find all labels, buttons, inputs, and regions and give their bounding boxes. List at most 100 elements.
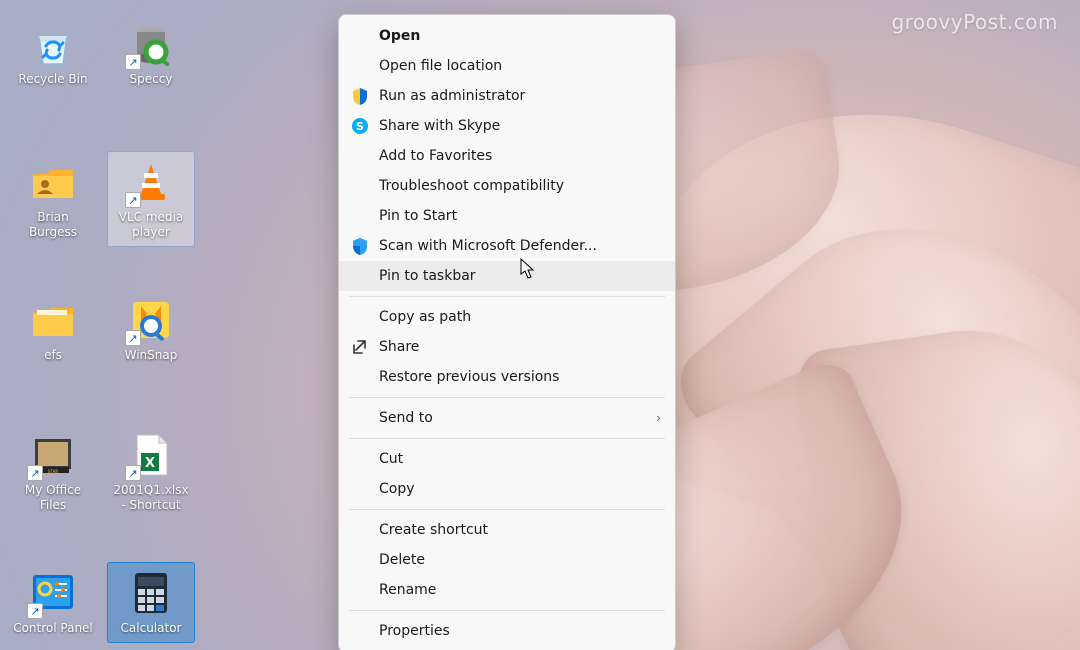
menu-item-delete[interactable]: Delete <box>339 545 675 575</box>
menu-separator <box>349 509 665 510</box>
menu-icon-blank <box>349 265 371 287</box>
shortcut-overlay-icon: ↗ <box>125 54 141 70</box>
menu-item-pin-to-taskbar[interactable]: Pin to taskbar <box>339 261 675 291</box>
desktop-icon-brian-burgess[interactable]: Brian Burgess <box>10 152 96 246</box>
menu-item-label: Open <box>379 28 661 44</box>
menu-item-label: Send to <box>379 410 656 426</box>
menu-separator <box>349 397 665 398</box>
menu-item-add-to-favorites[interactable]: Add to Favorites <box>339 141 675 171</box>
desktop-icon-label: efs <box>12 348 94 363</box>
menu-item-label: Run as administrator <box>379 88 661 104</box>
menu-separator <box>349 610 665 611</box>
menu-item-label: Troubleshoot compatibility <box>379 178 661 194</box>
menu-icon-blank <box>349 55 371 77</box>
speccy-icon: ↗ <box>127 20 175 68</box>
desktop-icon-label: VLC media player <box>110 210 192 240</box>
menu-item-send-to[interactable]: Send to› <box>339 403 675 433</box>
desktop-icon-control-panel[interactable]: ↗ Control Panel <box>10 563 96 642</box>
menu-icon-blank <box>349 407 371 429</box>
desktop-icon-label: Speccy <box>110 72 192 87</box>
menu-item-label: Create shortcut <box>379 522 661 538</box>
menu-icon-blank <box>349 579 371 601</box>
shield-admin-icon <box>349 85 371 107</box>
shortcut-overlay-icon: ↗ <box>27 465 43 481</box>
desktop-icon-label: Control Panel <box>12 621 94 636</box>
menu-item-label: Share with Skype <box>379 118 661 134</box>
menu-item-open[interactable]: Open <box>339 21 675 51</box>
menu-item-label: Pin to Start <box>379 208 661 224</box>
menu-icon-blank <box>349 205 371 227</box>
desktop-icon-office-files[interactable]: ↗ My Office Files <box>10 425 96 519</box>
share-arrow-icon <box>349 336 371 358</box>
desktop-icon-label: Recycle Bin <box>12 72 94 87</box>
menu-icon-blank <box>349 175 371 197</box>
menu-icon-blank <box>349 519 371 541</box>
menu-icon-blank <box>349 549 371 571</box>
folder-icon <box>29 296 77 344</box>
menu-icon-blank <box>349 620 371 642</box>
winsnap-icon: ↗ <box>127 296 175 344</box>
menu-item-share-with-skype[interactable]: Share with Skype <box>339 111 675 141</box>
photos-folder-icon: ↗ <box>29 431 77 479</box>
menu-item-copy[interactable]: Copy <box>339 474 675 504</box>
menu-item-label: Share <box>379 339 661 355</box>
desktop-icon-vlc[interactable]: ↗ VLC media player <box>108 152 194 246</box>
shortcut-overlay-icon: ↗ <box>125 192 141 208</box>
excel-file-icon: ↗ <box>127 431 175 479</box>
menu-item-create-shortcut[interactable]: Create shortcut <box>339 515 675 545</box>
menu-item-label: Restore previous versions <box>379 369 661 385</box>
menu-item-label: Copy as path <box>379 309 661 325</box>
menu-item-label: Add to Favorites <box>379 148 661 164</box>
menu-separator <box>349 296 665 297</box>
desktop-icon-label: 2001Q1.xlsx - Shortcut <box>110 483 192 513</box>
menu-item-label: Delete <box>379 552 661 568</box>
desktop-icon-excel-file[interactable]: ↗ 2001Q1.xlsx - Shortcut <box>108 425 194 519</box>
desktop-icon-efs[interactable]: efs <box>10 290 96 369</box>
menu-item-troubleshoot-compatibility[interactable]: Troubleshoot compatibility <box>339 171 675 201</box>
control-panel-icon: ↗ <box>29 569 77 617</box>
menu-icon-blank <box>349 145 371 167</box>
menu-icon-blank <box>349 478 371 500</box>
menu-icon-blank <box>349 25 371 47</box>
defender-shield-icon <box>349 235 371 257</box>
menu-item-pin-to-start[interactable]: Pin to Start <box>339 201 675 231</box>
menu-item-label: Pin to taskbar <box>379 268 661 284</box>
menu-item-properties[interactable]: Properties <box>339 616 675 646</box>
shortcut-overlay-icon: ↗ <box>125 330 141 346</box>
menu-icon-blank <box>349 448 371 470</box>
menu-item-label: Copy <box>379 481 661 497</box>
desktop-icon-label: Calculator <box>110 621 192 636</box>
menu-item-open-file-location[interactable]: Open file location <box>339 51 675 81</box>
desktop-icon-label: Brian Burgess <box>12 210 94 240</box>
skype-icon <box>349 115 371 137</box>
menu-item-cut[interactable]: Cut <box>339 444 675 474</box>
menu-icon-blank <box>349 366 371 388</box>
desktop-icon-speccy[interactable]: ↗ Speccy <box>108 14 194 93</box>
menu-item-label: Cut <box>379 451 661 467</box>
user-folder-icon <box>29 158 77 206</box>
shortcut-overlay-icon: ↗ <box>125 465 141 481</box>
desktop-icon-recycle-bin[interactable]: Recycle Bin <box>10 14 96 93</box>
menu-item-share[interactable]: Share <box>339 332 675 362</box>
menu-item-run-as-administrator[interactable]: Run as administrator <box>339 81 675 111</box>
menu-icon-blank <box>349 306 371 328</box>
menu-item-copy-as-path[interactable]: Copy as path <box>339 302 675 332</box>
menu-item-scan-with-microsoft-defender[interactable]: Scan with Microsoft Defender... <box>339 231 675 261</box>
calculator-icon <box>127 569 175 617</box>
menu-item-label: Open file location <box>379 58 661 74</box>
context-menu: Open Open file location Run as administrat… <box>338 14 676 650</box>
chevron-right-icon: › <box>656 411 661 425</box>
shortcut-overlay-icon: ↗ <box>27 603 43 619</box>
desktop-icon-calculator[interactable]: Calculator <box>108 563 194 642</box>
menu-item-label: Rename <box>379 582 661 598</box>
recycle-bin-icon <box>29 20 77 68</box>
desktop-icon-winsnap[interactable]: ↗ WinSnap <box>108 290 194 369</box>
menu-item-rename[interactable]: Rename <box>339 575 675 605</box>
vlc-icon: ↗ <box>127 158 175 206</box>
desktop-icon-label: My Office Files <box>12 483 94 513</box>
menu-item-label: Scan with Microsoft Defender... <box>379 238 661 254</box>
menu-item-label: Properties <box>379 623 661 639</box>
desktop-icon-label: WinSnap <box>110 348 192 363</box>
menu-separator <box>349 438 665 439</box>
menu-item-restore-previous-versions[interactable]: Restore previous versions <box>339 362 675 392</box>
